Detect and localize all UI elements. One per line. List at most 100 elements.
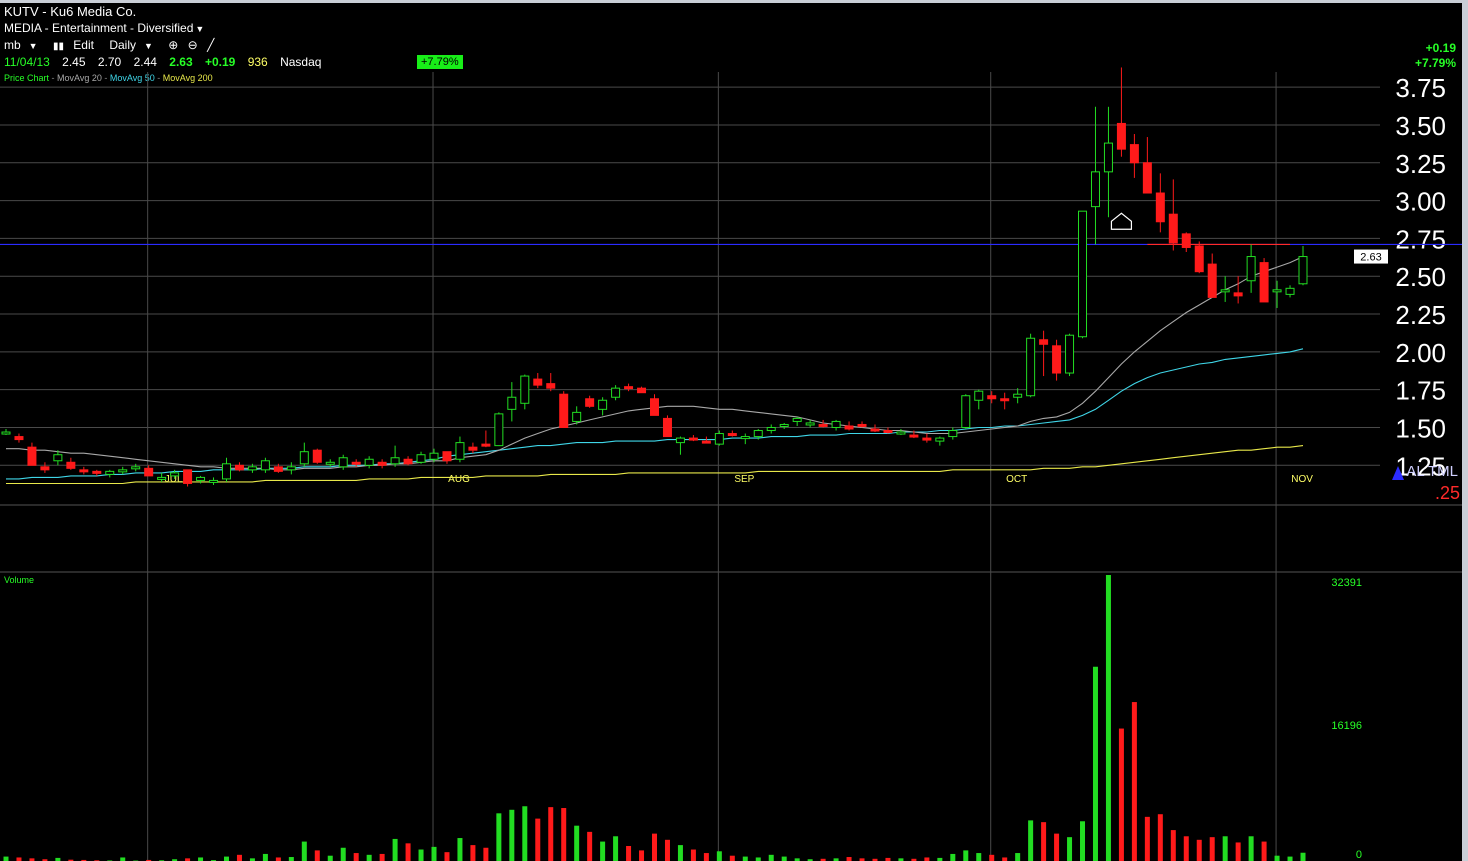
volume-bar (716, 851, 722, 861)
volume-tick-label: 0 (1356, 849, 1362, 861)
candle-body (299, 451, 309, 465)
candle-body (144, 467, 154, 477)
candle-body (338, 457, 348, 468)
candle-body (1129, 144, 1139, 164)
volume-bar (755, 857, 761, 861)
volume-bar (1105, 575, 1111, 861)
candle-body (1298, 256, 1308, 285)
candle-body (805, 422, 815, 426)
candle-body (247, 466, 257, 471)
volume-bar (366, 854, 372, 861)
volume-tick-label: 16196 (1331, 720, 1362, 732)
candle-body (442, 451, 452, 462)
volume-bar (535, 818, 541, 861)
candle-body (92, 470, 102, 474)
volume-bar (652, 833, 657, 861)
volume-bar (1300, 852, 1306, 861)
candle-body (1000, 398, 1010, 402)
candle-body (27, 446, 37, 466)
volume-bar (574, 825, 580, 861)
candle-body (1207, 263, 1217, 298)
volume-bar (924, 857, 930, 861)
candle-body (364, 458, 374, 466)
candle-body (14, 436, 24, 441)
volume-bar (1248, 836, 1254, 861)
volume-bar (729, 855, 735, 861)
volume-bar (561, 808, 567, 861)
candle-body (779, 423, 789, 427)
volume-tick-label: 32391 (1331, 577, 1362, 589)
volume-bar (976, 853, 982, 861)
candle-body (792, 417, 802, 422)
candle-body (1039, 339, 1049, 345)
candle-body (260, 460, 270, 471)
candle-body (1026, 337, 1036, 397)
x-tick-label: AUG (448, 474, 470, 485)
volume-bar (1170, 830, 1176, 861)
volume-bar (120, 857, 126, 861)
volume-bar (522, 806, 528, 861)
y-tick-label: 1.75 (1395, 376, 1446, 406)
candle-body (520, 375, 530, 404)
candle-body (701, 440, 711, 444)
volume-bar (1028, 820, 1034, 861)
candle-body (494, 413, 504, 447)
volume-bar (1287, 856, 1293, 861)
window-scrollbar[interactable] (1462, 0, 1468, 861)
candle-body (390, 457, 400, 465)
candle-body (922, 437, 932, 441)
volume-bar (509, 809, 515, 861)
candle-body (831, 420, 841, 428)
candle-body (118, 469, 128, 473)
candle-body (688, 437, 698, 441)
candle-body (377, 461, 387, 466)
candle-body (157, 476, 167, 480)
candle-body (598, 399, 608, 410)
candle-body (961, 395, 971, 428)
candle-body (1142, 162, 1152, 194)
y-tick-label: 3.75 (1395, 73, 1446, 103)
volume-bar (1183, 836, 1189, 861)
candle-body (1220, 289, 1230, 293)
pattern-marker-icon (1110, 212, 1133, 230)
candle-body (1, 431, 11, 435)
candle-body (351, 461, 361, 465)
candle-body (753, 430, 763, 438)
volume-bar (677, 845, 683, 861)
volume-bar (690, 849, 696, 861)
candle-body (1168, 213, 1178, 244)
candle-body (1272, 289, 1282, 293)
candle-body (40, 466, 50, 471)
candle-body (740, 436, 750, 440)
candle-body (727, 433, 737, 437)
ma20-line (6, 256, 1304, 471)
x-tick-label: NOV (1291, 474, 1313, 485)
candle-body (1013, 393, 1023, 398)
volume-bar (703, 853, 709, 861)
volume-bar (664, 839, 670, 861)
candle-body (325, 461, 335, 465)
candle-body (948, 430, 958, 438)
candle-body (987, 395, 997, 400)
volume-bar (1209, 837, 1215, 861)
y-tick-label: 3.50 (1395, 111, 1446, 141)
candle-body (559, 393, 569, 428)
volume-bar (431, 846, 437, 861)
candle-body (935, 437, 945, 442)
volume-bar (963, 850, 969, 861)
candle-body (1233, 292, 1243, 297)
x-tick-label: OCT (1006, 474, 1027, 485)
price-volume-chart[interactable]: 3.75 3.50 3.25 3.00 2.75 2.50 2.25 2.00 1.75 1.50… (0, 0, 1462, 861)
volume-bar (198, 857, 204, 861)
volume-bar (470, 845, 476, 861)
volume-bar (587, 831, 593, 861)
candle-body (533, 378, 543, 386)
candle-body (507, 396, 517, 410)
candle-body (1181, 233, 1191, 248)
candle-body (883, 430, 893, 434)
volume-bar (405, 843, 411, 861)
candle-body (974, 390, 984, 401)
volume-bar (768, 854, 774, 861)
candle-body (870, 428, 880, 432)
candle-body (844, 425, 854, 430)
